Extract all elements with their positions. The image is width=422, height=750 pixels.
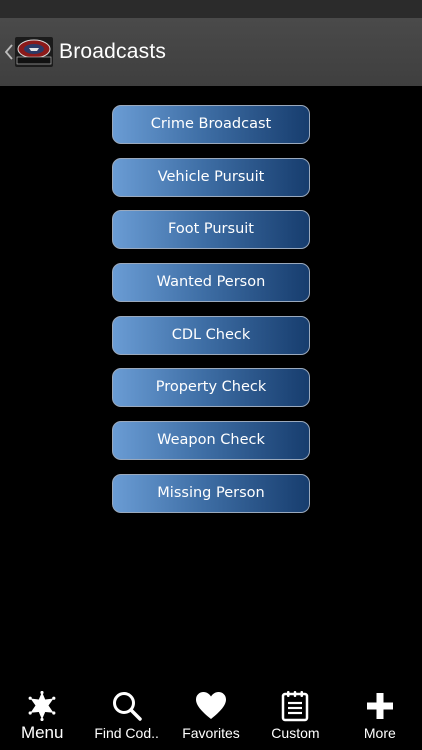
tab-menu[interactable]: Menu [0, 683, 84, 750]
back-chevron-icon[interactable] [3, 44, 15, 60]
tab-find-codes-label: Find Cod.. [94, 725, 159, 741]
bottom-tab-bar: Menu Find Cod.. Favorites Custom More [0, 683, 422, 750]
page-title: Broadcasts [59, 40, 167, 63]
app-logo[interactable] [15, 37, 53, 67]
tab-favorites-label: Favorites [182, 725, 240, 741]
tab-favorites[interactable]: Favorites [169, 683, 253, 750]
tab-menu-label: Menu [20, 723, 64, 742]
foot-pursuit-button[interactable]: Foot Pursuit [112, 210, 310, 250]
tab-custom-label: Custom [271, 725, 320, 741]
plus-icon [363, 689, 397, 723]
status-bar [0, 0, 422, 18]
vehicle-pursuit-button[interactable]: Vehicle Pursuit [112, 157, 310, 197]
wanted-person-button[interactable]: Wanted Person [112, 263, 310, 303]
missing-person-button[interactable]: Missing Person [112, 473, 310, 513]
property-check-button[interactable]: Property Check [112, 368, 310, 408]
tab-find-codes[interactable]: Find Cod.. [84, 683, 168, 750]
notepad-icon [278, 689, 312, 723]
crime-broadcast-button[interactable]: Crime Broadcast [112, 105, 310, 144]
badge-star-icon [25, 689, 59, 723]
search-icon [110, 689, 144, 723]
broadcast-list: Crime Broadcast Vehicle Pursuit Foot Pur… [112, 105, 310, 527]
tab-custom[interactable]: Custom [253, 683, 337, 750]
weapon-check-button[interactable]: Weapon Check [112, 421, 310, 461]
tab-more[interactable]: More [338, 683, 422, 750]
action-bar: Broadcasts [0, 18, 422, 86]
heart-icon [194, 689, 228, 723]
tab-more-label: More [363, 725, 396, 741]
cdl-check-button[interactable]: CDL Check [112, 315, 310, 355]
